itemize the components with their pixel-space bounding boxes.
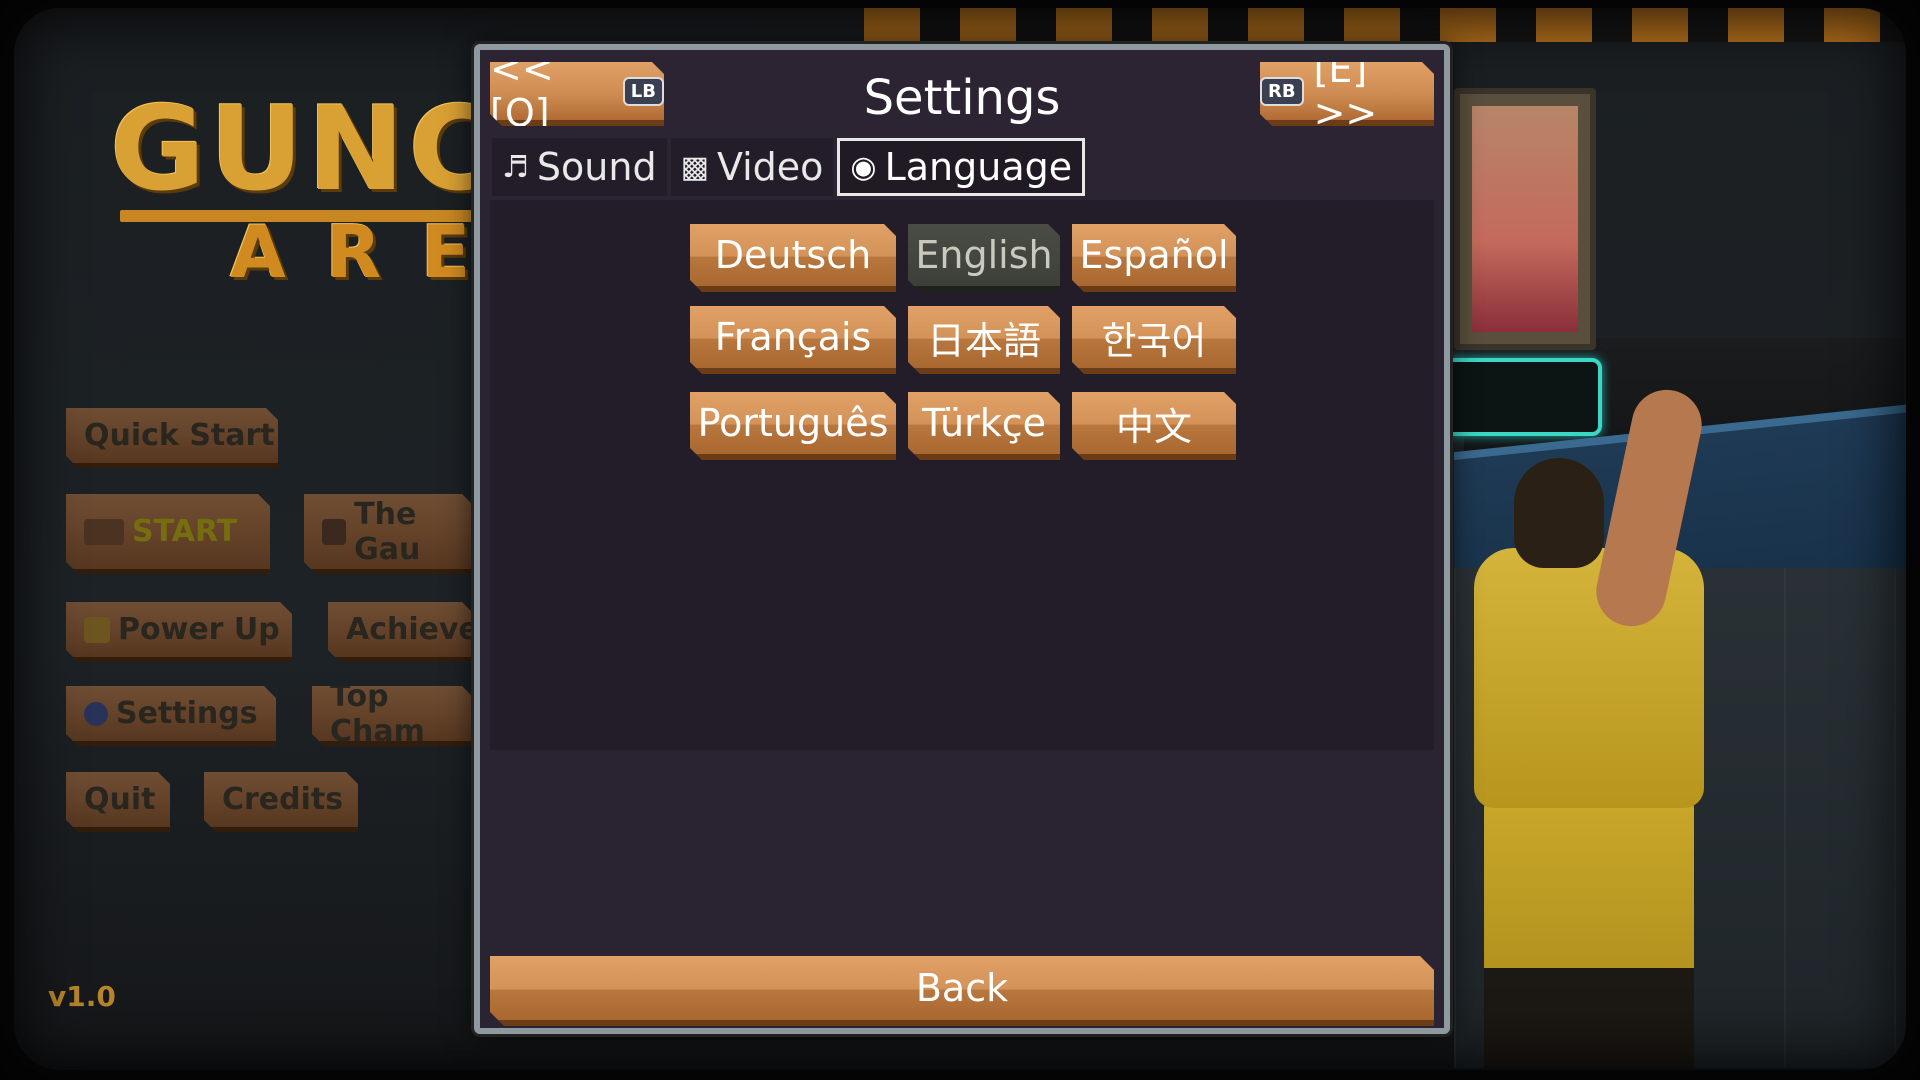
language-label: 한국어: [1101, 318, 1207, 363]
settings-menu-label: Settings: [116, 696, 258, 731]
language-label: Deutsch: [714, 233, 872, 277]
version-label: v1.0: [48, 980, 116, 1013]
checkerboard-icon: ▩: [680, 149, 709, 185]
language-portugues-button[interactable]: Português: [690, 392, 896, 460]
credits-label: Credits: [222, 782, 344, 817]
wrestler-torso: [1474, 548, 1704, 808]
settings-menu-button[interactable]: Settings: [66, 686, 276, 746]
settings-tabs: ♬ Sound ▩ Video ◉ Language: [492, 138, 1086, 196]
credits-button[interactable]: Credits: [204, 772, 358, 832]
music-note-icon: ♬: [502, 149, 529, 185]
gauntlet-label: The Gau: [354, 496, 421, 567]
language-francais-button[interactable]: Français: [690, 306, 896, 374]
language-turkce-button[interactable]: Türkçe: [908, 392, 1060, 460]
gun-icon: [84, 519, 124, 545]
language-label: Español: [1079, 233, 1229, 277]
language-label: Français: [714, 315, 872, 359]
settings-panel: Settings << [Q] LB RB [E] >> ♬ Sound ▩ V…: [474, 44, 1450, 1034]
jumbotron-image: [1472, 106, 1578, 332]
panel-footer-area: [490, 750, 1434, 950]
language-label: 日本語: [926, 318, 1041, 363]
language-korean-button[interactable]: 한국어: [1072, 306, 1236, 374]
settings-icon: [84, 702, 108, 726]
quit-label: Quit: [84, 782, 156, 817]
tab-language-label: Language: [884, 145, 1073, 189]
hazard-stripes: [864, 8, 1906, 42]
language-label: English: [915, 233, 1053, 277]
language-japanese-button[interactable]: 日本語: [908, 306, 1060, 374]
portrait-icon: [322, 519, 346, 545]
jumbotron: [1454, 88, 1596, 350]
language-english-button[interactable]: English: [908, 224, 1060, 292]
language-label: Türkçe: [922, 401, 1046, 445]
next-tab-button[interactable]: RB [E] >>: [1260, 62, 1434, 126]
quick-start-label: Quick Start: [84, 418, 275, 453]
language-label: Português: [697, 401, 889, 445]
rb-button-icon: RB: [1260, 77, 1304, 106]
tab-sound-label: Sound: [536, 145, 657, 189]
back-label: Back: [915, 966, 1009, 1010]
language-chinese-button[interactable]: 中文: [1072, 392, 1236, 460]
start-button[interactable]: START: [66, 494, 270, 574]
wrestler-boots: [1484, 968, 1694, 1068]
top-champions-button[interactable]: Top Cham: [312, 686, 474, 746]
quick-start-button[interactable]: Quick Start: [66, 408, 278, 468]
tab-video-label: Video: [716, 145, 824, 189]
wrestler-head: [1514, 458, 1604, 568]
tab-video[interactable]: ▩ Video: [670, 138, 834, 196]
back-button[interactable]: Back: [490, 956, 1434, 1026]
tab-language[interactable]: ◉ Language: [837, 138, 1086, 196]
achievements-button[interactable]: Achieve: [328, 602, 474, 662]
power-up-label: Power Up: [118, 612, 280, 647]
achievements-label: Achieve: [346, 612, 479, 647]
language-deutsch-button[interactable]: Deutsch: [690, 224, 896, 292]
globe-icon: ◉: [850, 149, 877, 185]
neon-sign: [1444, 358, 1602, 436]
top-champions-label: Top Cham: [330, 678, 425, 749]
prev-tab-button[interactable]: << [Q] LB: [490, 62, 664, 126]
power-up-button[interactable]: Power Up: [66, 602, 292, 662]
gauntlet-button[interactable]: The Gau: [304, 494, 474, 574]
start-label: START: [132, 514, 238, 549]
lb-button-icon: LB: [623, 77, 664, 106]
quit-button[interactable]: Quit: [66, 772, 170, 832]
tab-sound[interactable]: ♬ Sound: [492, 138, 667, 196]
thumbs-up-icon: [84, 617, 110, 643]
language-label: 中文: [1115, 404, 1192, 449]
language-espanol-button[interactable]: Español: [1072, 224, 1236, 292]
